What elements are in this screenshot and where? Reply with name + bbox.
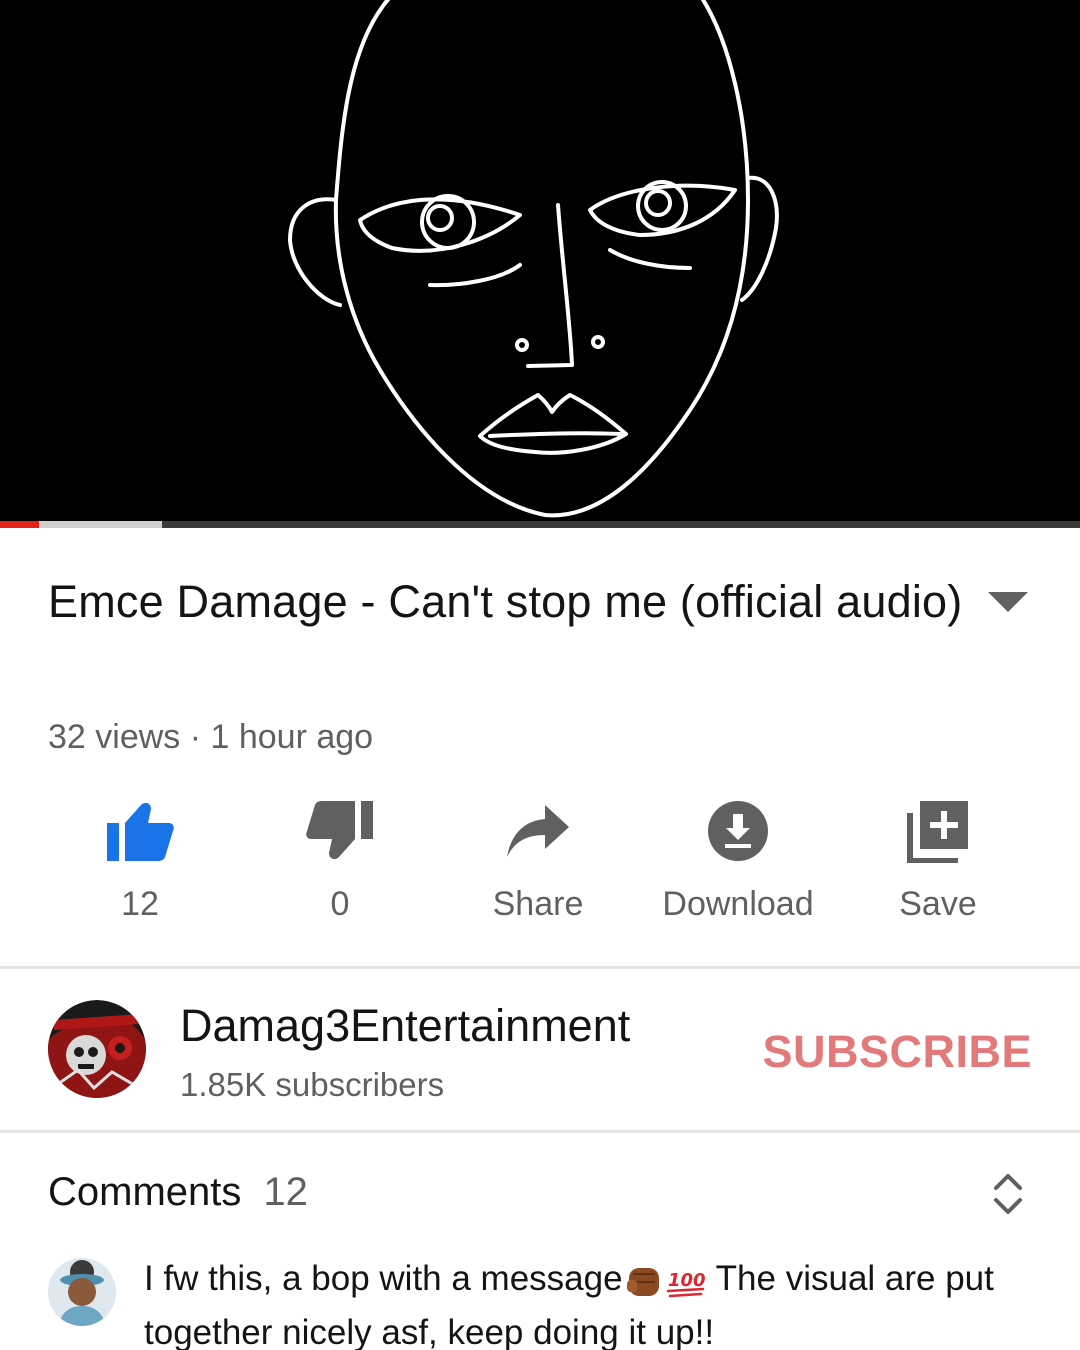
expand-description-icon[interactable]: [988, 590, 1028, 614]
video-frame-face-drawing: [288, 0, 779, 518]
subscribe-button[interactable]: SUBSCRIBE: [762, 1026, 1032, 1078]
commenter-avatar[interactable]: [48, 1258, 116, 1326]
add-to-playlist-icon: [907, 801, 968, 863]
download-button[interactable]: Download: [638, 795, 838, 924]
channel-name[interactable]: Damag3Entertainment: [180, 1000, 630, 1052]
comment-text-part-1: I fw this, a bop with a message: [144, 1259, 623, 1298]
thumbs-down-icon: [306, 801, 373, 860]
share-arrow-icon: [507, 805, 569, 857]
dislike-button[interactable]: 0: [240, 795, 440, 924]
save-label: Save: [899, 885, 977, 923]
like-count: 12: [121, 885, 159, 923]
comments-count: 12: [263, 1170, 308, 1214]
save-button[interactable]: Save: [838, 795, 1038, 924]
channel-subscriber-count: 1.85K subscribers: [180, 1066, 445, 1103]
svg-text:100: 100: [668, 1270, 706, 1291]
channel-avatar[interactable]: [48, 1000, 146, 1098]
channel-logo-image: [48, 1000, 146, 1098]
video-progress-track[interactable]: [0, 521, 1080, 528]
comments-label: Comments: [48, 1170, 242, 1214]
expand-collapse-icon[interactable]: [990, 1170, 1026, 1218]
divider: [0, 1130, 1080, 1133]
video-title: Emce Damage - Can't stop me (official au…: [48, 576, 963, 627]
video-meta: 32 views · 1 hour ago: [48, 718, 374, 756]
download-icon: [708, 801, 768, 861]
comment-text: I fw this, a bop with a message 100 The …: [144, 1252, 1044, 1350]
hundred-points-icon: 100: [666, 1270, 706, 1297]
download-label: Download: [662, 885, 814, 923]
commenter-avatar-image: [48, 1258, 116, 1326]
video-player[interactable]: [0, 0, 1080, 528]
comments-header[interactable]: Comments 12: [48, 1170, 308, 1215]
thumbs-up-icon: [107, 802, 174, 861]
video-actions-bar: 12 0 Share Download Save: [40, 795, 1040, 935]
video-played-bar: [0, 521, 39, 528]
like-button[interactable]: 12: [40, 795, 240, 924]
dislike-count: 0: [330, 885, 350, 923]
video-title-row: Emce Damage - Can't stop me (official au…: [48, 568, 1008, 636]
share-label: Share: [492, 885, 584, 923]
channel-row[interactable]: Damag3Entertainment 1.85K subscribers SU…: [0, 970, 1080, 1130]
divider: [0, 966, 1080, 969]
share-button[interactable]: Share: [438, 795, 638, 924]
raised-fist-icon: [626, 1267, 659, 1296]
